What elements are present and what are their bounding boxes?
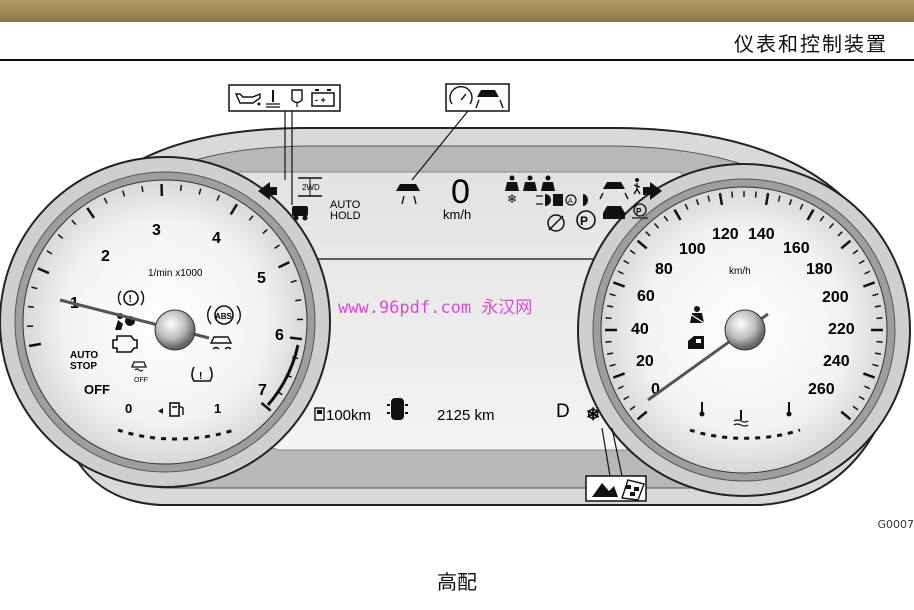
dial-tick	[295, 298, 302, 302]
speed-label-140: 140	[748, 226, 775, 243]
top-color-band	[0, 0, 914, 22]
speed-label-80: 80	[655, 261, 673, 278]
svg-text:P: P	[580, 214, 588, 228]
tach-label-7: 7	[258, 382, 267, 399]
dial-tick	[606, 305, 614, 308]
tach-label-2: 2	[101, 248, 110, 265]
speed-label-240: 240	[823, 353, 850, 370]
auto-hold-label: AUTO HOLD	[330, 199, 361, 222]
svg-text:OFF: OFF	[134, 377, 148, 384]
dial-tick	[874, 305, 882, 308]
svg-text:!: !	[129, 294, 132, 305]
speedometer: 0 20 40 60 80 100 120 140 160 180 200 22…	[577, 163, 911, 497]
speed-label-200: 200	[822, 289, 849, 306]
odometer-readout: 2125 km	[437, 407, 495, 424]
speed-readout: 0	[451, 173, 470, 211]
vehicle-icon	[603, 206, 625, 219]
tach-label-5: 5	[257, 270, 266, 287]
speed-label-220: 220	[828, 321, 855, 338]
passenger-seatbelt-icons	[505, 175, 555, 191]
speed-label-40: 40	[631, 321, 649, 338]
svg-text:A: A	[568, 198, 573, 205]
fuel-label-0: 0	[125, 401, 132, 416]
tach-unit: 1/min x1000	[148, 268, 203, 279]
dial-tick	[876, 340, 883, 343]
abs-text: ABS	[215, 312, 233, 321]
off-label: OFF	[84, 382, 110, 397]
svg-text:P: P	[636, 207, 642, 216]
figure-caption: 高配	[437, 570, 477, 594]
dial-tick	[874, 352, 882, 355]
figure-code: G0007	[877, 518, 914, 531]
svg-text:!: !	[199, 371, 202, 382]
dial-tick	[605, 340, 612, 343]
dial-tick	[754, 191, 757, 198]
header-rule	[0, 59, 914, 61]
tachometer: 1 2 3 4 5 6 7 1/min x1000 AUTOSTOP OFF 0…	[0, 156, 331, 488]
watermark: www.96pdf.com 永汉网	[338, 298, 532, 318]
speed-label-160: 160	[783, 240, 810, 257]
speed-label-60: 60	[637, 288, 655, 305]
dial-tick	[27, 305, 34, 308]
auto-stop-label: AUTO STOP	[70, 350, 98, 372]
tach-hub	[154, 309, 196, 351]
range-readout: 100km	[326, 407, 371, 424]
speed-label-20: 20	[636, 353, 654, 370]
instrument-cluster-diagram: 1 2 3 4 5 6 7 1/min x1000 AUTOSTOP OFF 0…	[0, 83, 911, 506]
dial-tick	[289, 336, 303, 341]
dial-tick	[141, 185, 144, 192]
svg-text:❄: ❄	[507, 192, 517, 206]
tach-label-4: 4	[212, 230, 221, 247]
dial-tick	[605, 317, 612, 320]
dial-tick	[179, 184, 183, 192]
drive-mode-label: 2WD	[302, 183, 320, 192]
tach-label-3: 3	[152, 222, 161, 239]
speed-label-120: 120	[712, 226, 739, 243]
speed-label-260: 260	[808, 381, 835, 398]
speed-label-180: 180	[806, 261, 833, 278]
section-title: 仪表和控制装置	[734, 32, 888, 56]
dial-tick	[731, 191, 734, 198]
speed-readout-unit: km/h	[443, 207, 471, 222]
tach-label-6: 6	[275, 327, 284, 344]
speed-hub	[724, 309, 766, 351]
gear-indicator: D	[556, 401, 570, 422]
speed-unit: km/h	[729, 266, 751, 277]
dial-tick	[876, 317, 883, 320]
snow-mode-icon: ❄	[586, 405, 600, 424]
speed-label-100: 100	[679, 241, 706, 258]
fuel-label-1: 1	[214, 401, 221, 416]
dial-tick	[606, 352, 614, 355]
svg-text:- +: - +	[315, 95, 326, 105]
